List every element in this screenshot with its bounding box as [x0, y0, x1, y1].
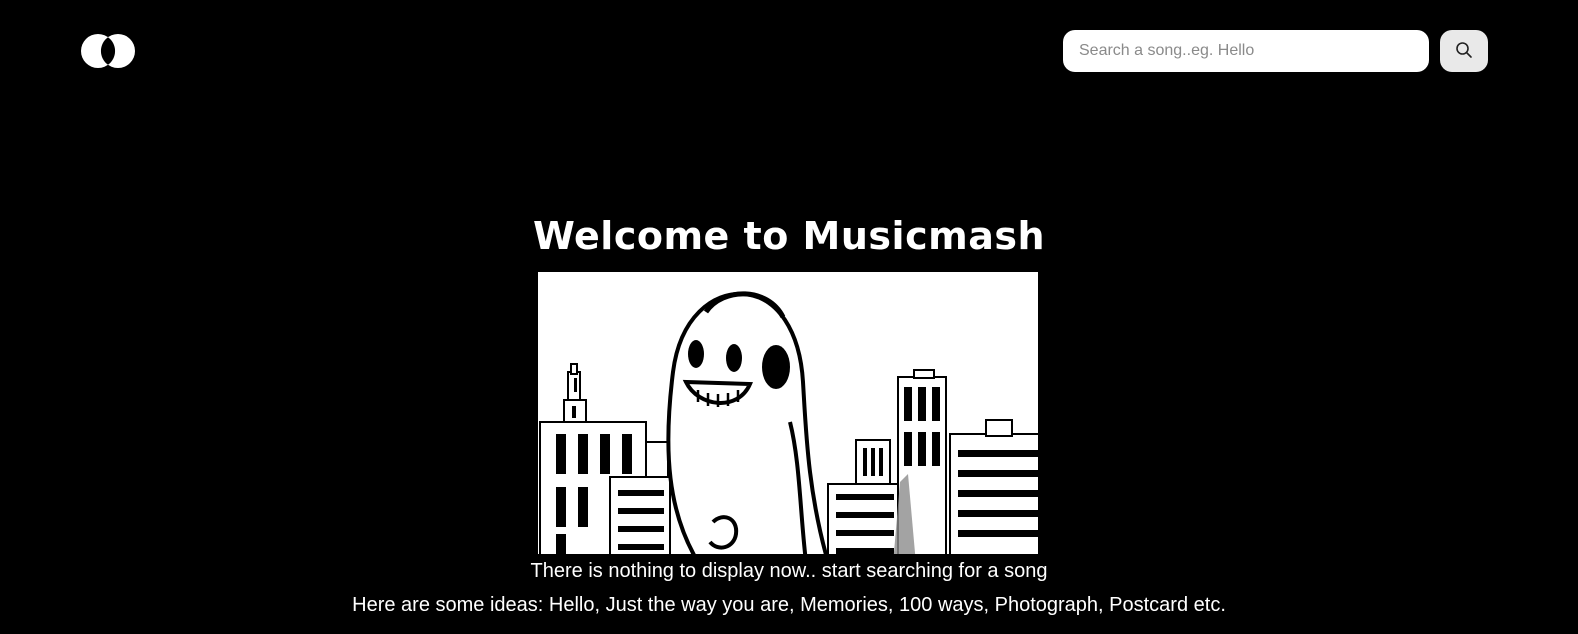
search-button[interactable] [1440, 30, 1488, 72]
app-root: Welcome to Musicmash [0, 0, 1578, 634]
musicmash-logo-icon[interactable] [80, 33, 136, 69]
search-input[interactable] [1063, 30, 1429, 72]
hero-illustration [538, 272, 1038, 554]
search-ideas-message: Here are some ideas: Hello, Just the way… [352, 594, 1226, 616]
empty-state-message: There is nothing to display now.. start … [530, 560, 1048, 582]
search-icon [1455, 41, 1473, 62]
page-title: Welcome to Musicmash [532, 214, 1046, 258]
search-bar [1063, 30, 1488, 72]
